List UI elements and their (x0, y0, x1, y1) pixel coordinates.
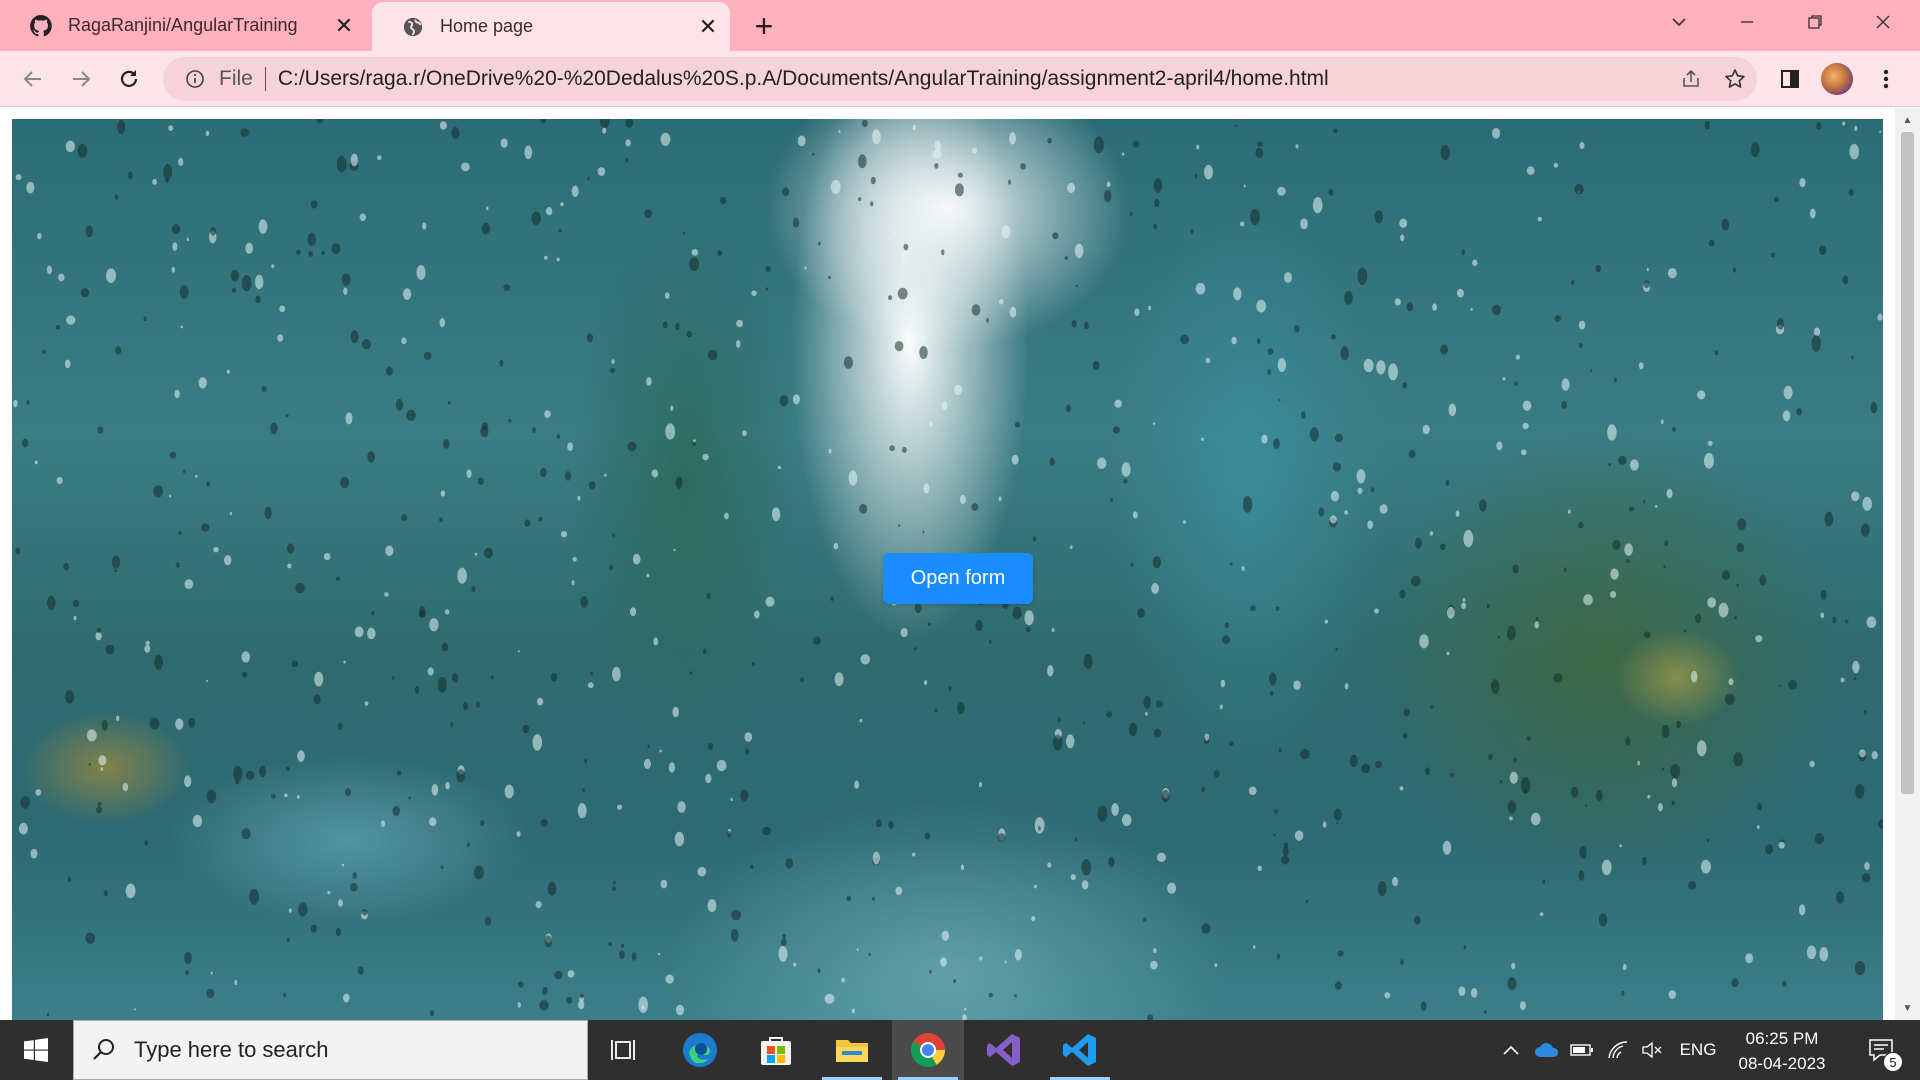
vertical-scrollbar[interactable]: ▲ ▼ (1895, 108, 1920, 1020)
share-icon[interactable] (1669, 57, 1713, 101)
forward-button[interactable] (62, 60, 100, 98)
reload-icon (120, 70, 138, 87)
language-indicator[interactable]: ENG (1676, 1020, 1720, 1080)
chrome-icon[interactable] (892, 1020, 964, 1080)
bookmark-star-icon[interactable] (1713, 57, 1757, 101)
onedrive-cloud-icon[interactable] (1530, 1020, 1564, 1080)
wifi-icon[interactable] (1602, 1020, 1634, 1080)
search-icon (74, 1037, 134, 1063)
clock-time: 06:25 PM (1745, 1029, 1819, 1048)
tab-search-chevron-icon[interactable] (1645, 0, 1713, 44)
page-viewport: Open form (0, 108, 1920, 1020)
scroll-up-icon[interactable]: ▲ (1895, 110, 1920, 130)
notification-count-badge: 5 (1883, 1052, 1903, 1072)
minimize-icon[interactable] (1713, 0, 1781, 44)
vscode-icon[interactable] (1044, 1020, 1116, 1080)
tab-home-page[interactable]: Home page ✕ (372, 2, 730, 51)
windows-start-icon[interactable] (0, 1020, 72, 1080)
windows-taskbar: Type here to search ENG 06:25 PM 08-04-2… (0, 1020, 1920, 1080)
close-window-icon[interactable] (1849, 0, 1917, 44)
notification-center-icon[interactable]: 5 (1853, 1020, 1909, 1080)
language-text: ENG (1679, 1040, 1717, 1059)
scroll-down-icon[interactable]: ▼ (1895, 998, 1920, 1018)
tab-title: Home page (440, 16, 534, 36)
browser-toolbar: File C:/Users/raga.r/OneDrive%20-%20Deda… (0, 51, 1920, 107)
forward-arrow-icon (73, 71, 91, 87)
side-panel-icon[interactable] (1770, 60, 1810, 98)
close-tab-icon[interactable]: ✕ (694, 13, 722, 41)
new-tab-button[interactable]: + (746, 8, 782, 44)
omnibox-divider (264, 67, 266, 91)
url-text[interactable]: C:/Users/raga.r/OneDrive%20-%20Dedalus%2… (278, 67, 1669, 91)
battery-icon[interactable] (1566, 1020, 1598, 1080)
system-clock[interactable]: 06:25 PM 08-04-2023 (1722, 1026, 1842, 1076)
tab-github[interactable]: RagaRanjini/AngularTraining ✕ (0, 0, 366, 51)
taskbar-search-box[interactable]: Type here to search (73, 1020, 588, 1080)
address-bar[interactable]: File C:/Users/raga.r/OneDrive%20-%20Deda… (163, 57, 1757, 101)
scheme-label: File (219, 67, 253, 90)
show-hidden-icons-chevron-icon[interactable] (1496, 1020, 1526, 1080)
tab-strip: RagaRanjini/AngularTraining ✕ Home page … (0, 0, 1920, 51)
store-icon[interactable] (740, 1020, 812, 1080)
open-form-button[interactable]: Open form (883, 553, 1033, 604)
search-placeholder: Type here to search (134, 1037, 329, 1062)
profile-avatar[interactable] (1821, 63, 1853, 95)
globe-icon (400, 14, 426, 40)
file-explorer-icon[interactable] (816, 1020, 888, 1080)
task-view-icon[interactable] (588, 1020, 660, 1080)
edge-icon[interactable] (664, 1020, 736, 1080)
rainy-city-background: Open form (12, 119, 1883, 1020)
tab-title: RagaRanjini/AngularTraining (68, 15, 298, 35)
close-tab-icon[interactable]: ✕ (330, 12, 358, 40)
speaker-muted-icon[interactable] (1636, 1020, 1668, 1080)
github-icon (28, 13, 54, 39)
restore-icon[interactable] (1781, 0, 1849, 44)
reload-button[interactable] (110, 60, 148, 98)
clock-date: 08-04-2023 (1738, 1054, 1826, 1073)
back-arrow-icon (23, 71, 41, 87)
back-button[interactable] (14, 60, 52, 98)
scroll-thumb[interactable] (1901, 132, 1914, 794)
info-icon[interactable] (175, 69, 215, 89)
menu-kebab-icon[interactable] (1866, 60, 1906, 98)
visual-studio-icon[interactable] (968, 1020, 1040, 1080)
